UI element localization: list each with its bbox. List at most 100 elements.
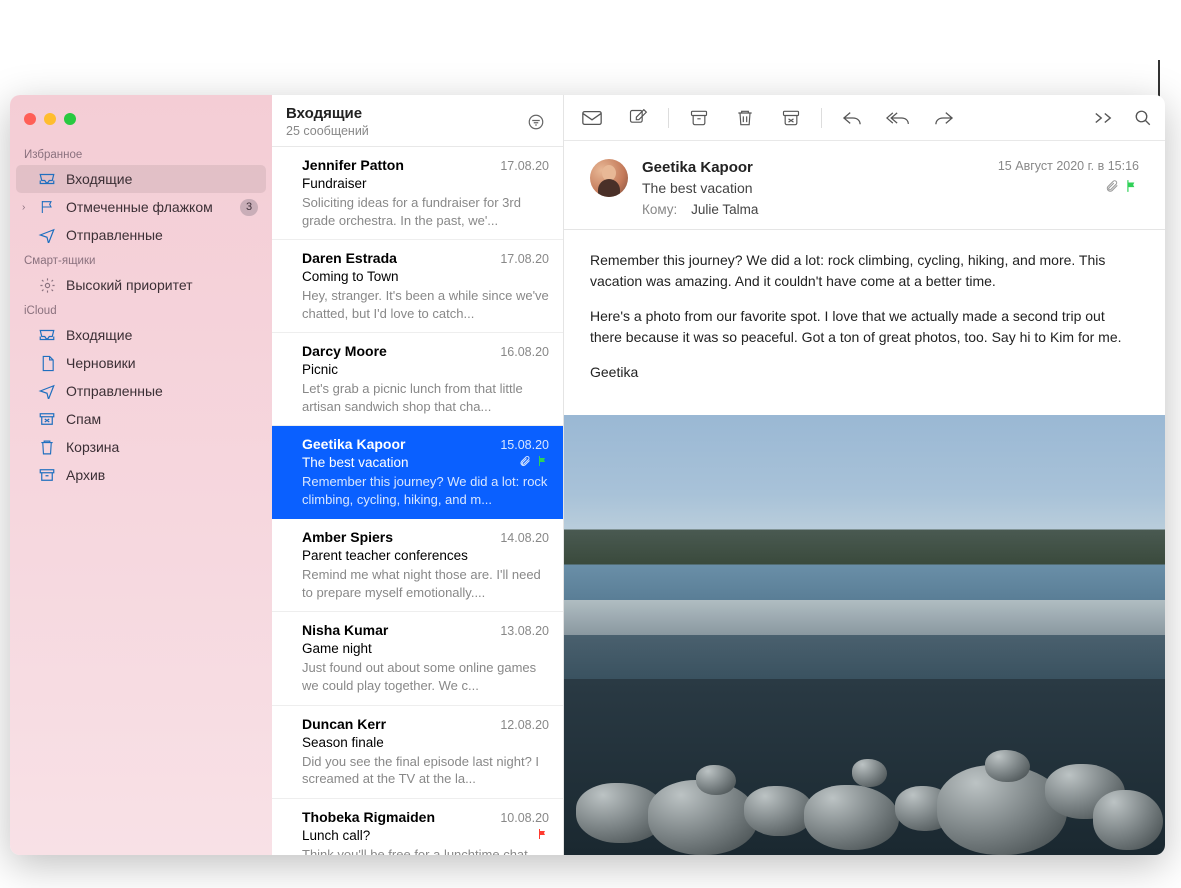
message-item[interactable]: Nisha Kumar13.08.20Game nightJust found …	[272, 612, 563, 705]
message-sender: Nisha Kumar	[302, 622, 492, 638]
more-button[interactable]	[1081, 101, 1125, 135]
message-sender: Amber Spiers	[302, 529, 492, 545]
sidebar-item[interactable]: Спам	[10, 405, 272, 433]
content-pane: Geetika Kapoor The best vacation Кому: J…	[564, 95, 1165, 855]
message-image-attachment[interactable]	[564, 415, 1165, 855]
message-date: 10.08.20	[500, 811, 549, 825]
flag-icon	[38, 198, 56, 216]
message-sender: Jennifer Patton	[302, 157, 492, 173]
message-subject: Fundraiser	[302, 176, 549, 191]
message-preview: Think you'll be free for a lunchtime cha…	[302, 846, 549, 855]
attachment-icon	[519, 455, 531, 470]
message-item[interactable]: Amber Spiers 14.08.20 Parent teacher confe…	[272, 519, 563, 612]
sidebar-item-label: Отмеченные флажком	[66, 199, 213, 215]
inbox-icon	[38, 326, 56, 344]
body-signature: Geetika	[590, 362, 1139, 383]
reply-all-button[interactable]	[876, 101, 920, 135]
message-preview: Remind me what night those are. I'll nee…	[302, 566, 549, 601]
message-sender: Thobeka Rigmaiden	[302, 809, 492, 825]
message-sender: Darcy Moore	[302, 343, 492, 359]
body-paragraph: Here's a photo from our favorite spot. I…	[590, 306, 1139, 348]
message-header: Geetika Kapoor The best vacation Кому: J…	[564, 141, 1165, 230]
message-list-column: Входящие 25 сообщений Jennifer Patton17.…	[272, 95, 564, 855]
header-date: 15 Август 2020 г. в 15:16	[998, 159, 1139, 173]
message-sender: Daren Estrada	[302, 250, 492, 266]
message-item[interactable]: Geetika Kapoor15.08.20The best vacationR…	[272, 426, 563, 519]
message-date: 16.08.20	[500, 345, 549, 359]
archive-button[interactable]	[677, 101, 721, 135]
window-controls	[10, 105, 272, 143]
message-item[interactable]: Darcy Moore16.08.20PicnicLet's grab a pi…	[272, 333, 563, 426]
sidebar-item-label: Корзина	[66, 439, 119, 455]
sidebar-item[interactable]: Отправленные	[10, 377, 272, 405]
sidebar-section-label[interactable]: iCloud	[10, 299, 272, 321]
message-preview: Just found out about some online games w…	[302, 659, 549, 694]
message-list[interactable]: Jennifer Patton17.08.20FundraiserSolicit…	[272, 147, 563, 855]
to-name[interactable]: Julie Talma	[691, 202, 758, 217]
sidebar-item-label: Входящие	[66, 171, 132, 187]
search-button[interactable]	[1127, 101, 1159, 135]
sidebar-item[interactable]: Корзина	[10, 433, 272, 461]
message-date: 17.08.20	[500, 252, 549, 266]
sidebar-item-label: Высокий приоритет	[66, 277, 193, 293]
sidebar-item[interactable]: › Отмеченные флажком 3	[10, 193, 272, 221]
junk-button[interactable]	[769, 101, 813, 135]
sidebar-item[interactable]: Архив	[10, 461, 272, 489]
sidebar-item-label: Входящие	[66, 327, 132, 343]
sent-icon	[38, 226, 56, 244]
sidebar-section-label[interactable]: Избранное	[10, 143, 272, 165]
message-body: Remember this journey? We did a lot: roc…	[564, 230, 1165, 415]
flag-icon	[537, 828, 549, 843]
message-item[interactable]: Thobeka Rigmaiden10.08.20Lunch call?Thin…	[272, 799, 563, 855]
flag-icon[interactable]	[1125, 179, 1139, 196]
to-label: Кому:	[642, 202, 677, 217]
message-count: 25 сообщений	[286, 124, 523, 138]
sidebar-item[interactable]: Черновики	[10, 349, 272, 377]
sidebar-item-label: Архив	[66, 467, 105, 483]
message-sender: Geetika Kapoor	[302, 436, 492, 452]
sidebar-item[interactable]: Входящие	[16, 165, 266, 193]
message-item[interactable]: Jennifer Patton17.08.20FundraiserSolicit…	[272, 147, 563, 240]
sidebar-item[interactable]: Отправленные	[10, 221, 272, 249]
toolbar	[564, 95, 1165, 141]
doc-icon	[38, 354, 56, 372]
message-preview: Remember this journey? We did a lot: roc…	[302, 473, 549, 508]
chevron-icon: ›	[22, 202, 25, 213]
sidebar-item[interactable]: Входящие	[10, 321, 272, 349]
inbox-icon	[38, 170, 56, 188]
message-date: 14.08.20	[500, 531, 549, 545]
message-item[interactable]: Duncan Kerr12.08.20Season finaleDid you …	[272, 706, 563, 799]
attachment-icon[interactable]	[1105, 179, 1119, 196]
sidebar-badge: 3	[240, 199, 258, 216]
archive-icon	[38, 466, 56, 484]
reply-button[interactable]	[830, 101, 874, 135]
separator	[821, 108, 822, 128]
list-title: Входящие	[286, 105, 523, 122]
sidebar-section-label[interactable]: Смарт-ящики	[10, 249, 272, 271]
header-to: Кому: Julie Talma	[642, 202, 984, 217]
message-date: 12.08.20	[500, 718, 549, 732]
minimize-window-button[interactable]	[44, 113, 56, 125]
forward-button[interactable]	[922, 101, 966, 135]
message-subject: Parent teacher conferences	[302, 548, 549, 563]
delete-button[interactable]	[723, 101, 767, 135]
message-preview: Hey, stranger. It's been a while since w…	[302, 287, 549, 322]
message-item[interactable]: Daren Estrada 17.08.20 Coming to Town Hey, …	[272, 240, 563, 333]
sidebar-item-label: Отправленные	[66, 227, 163, 243]
avatar[interactable]	[590, 159, 628, 197]
message-subject: Coming to Town	[302, 269, 549, 284]
get-mail-button[interactable]	[570, 101, 614, 135]
message-subject: Game night	[302, 641, 549, 656]
filter-button[interactable]	[523, 111, 549, 133]
header-from[interactable]: Geetika Kapoor	[642, 159, 984, 176]
close-window-button[interactable]	[24, 113, 36, 125]
sent-icon	[38, 382, 56, 400]
header-subject: The best vacation	[642, 180, 984, 196]
message-date: 15.08.20	[500, 438, 549, 452]
list-header: Входящие 25 сообщений	[272, 95, 563, 147]
message-subject: Picnic	[302, 362, 549, 377]
compose-button[interactable]	[616, 101, 660, 135]
fullscreen-window-button[interactable]	[64, 113, 76, 125]
sidebar: Избранное Входящие › Отмеченные флажком 3 Отп…	[10, 95, 272, 855]
sidebar-item[interactable]: Высокий приоритет	[10, 271, 272, 299]
